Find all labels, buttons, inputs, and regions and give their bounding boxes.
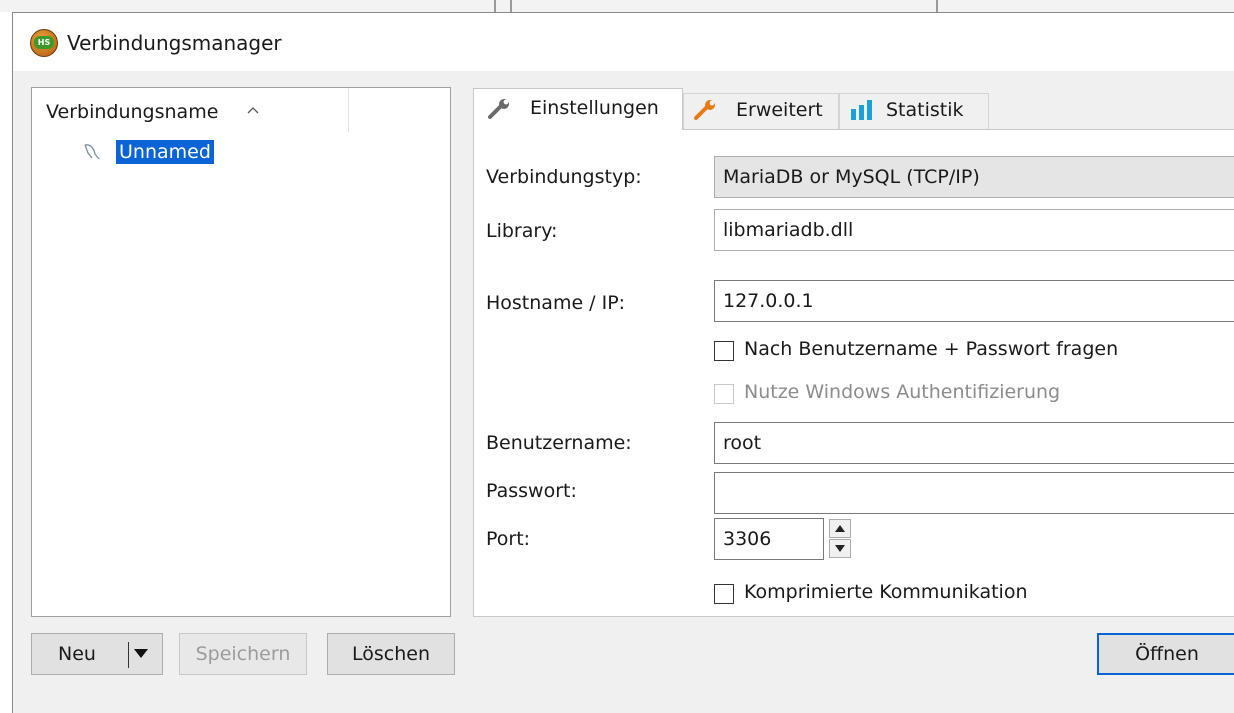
checkbox-box[interactable] — [714, 384, 734, 404]
split-divider — [128, 642, 129, 668]
session-tree[interactable]: Verbindungsname Unnamed — [31, 87, 451, 617]
port-label: Port: — [486, 528, 531, 550]
tab-label: Erweitert — [736, 99, 823, 121]
checkbox-label: Komprimierte Kommunikation — [744, 581, 1028, 603]
background-window — [0, 0, 1234, 12]
new-button-label: Neu — [58, 643, 96, 665]
port-input[interactable] — [714, 518, 824, 560]
tab-label: Einstellungen — [530, 97, 659, 119]
port-spin-up[interactable] — [829, 519, 851, 538]
password-label: Passwort: — [486, 480, 577, 502]
settings-panel: Verbindungstyp: MariaDB or MySQL (TCP/IP… — [473, 129, 1234, 617]
type-label: Verbindungstyp: — [486, 166, 642, 188]
sort-ascending-icon — [247, 107, 259, 114]
connection-manager-dialog: HS Verbindungsmanager Verbindungsname Un… — [12, 12, 1234, 713]
connection-type-select[interactable]: MariaDB or MySQL (TCP/IP) — [714, 156, 1234, 198]
arrow-down-icon — [835, 545, 845, 552]
checkbox-label: Nutze Windows Authentifizierung — [744, 381, 1061, 403]
background-divider — [494, 0, 496, 12]
open-button[interactable]: Öffnen — [1097, 633, 1234, 675]
checkbox-box[interactable] — [714, 584, 734, 604]
tab-einstellungen[interactable]: Einstellungen — [473, 88, 683, 130]
tab-statistik[interactable]: Statistik — [839, 93, 989, 129]
bar-chart-icon — [851, 100, 872, 120]
tab-erweitert[interactable]: Erweitert — [683, 93, 839, 129]
wrench-icon — [694, 100, 715, 120]
checkbox-label: Nach Benutzername + Passwort fragen — [744, 338, 1119, 360]
session-item-label: Unnamed — [116, 140, 214, 164]
new-split-button[interactable]: Neu — [31, 633, 163, 675]
dolphin-icon — [84, 144, 100, 160]
background-divider — [936, 0, 938, 12]
port-spin-down[interactable] — [829, 539, 851, 558]
column-header-name[interactable]: Verbindungsname — [32, 88, 349, 132]
library-select[interactable]: libmariadb.dll — [714, 209, 1234, 251]
arrow-up-icon — [835, 525, 845, 532]
background-divider — [510, 0, 512, 12]
username-input[interactable] — [714, 422, 1234, 464]
checkbox-box[interactable] — [714, 341, 734, 361]
wrench-icon — [488, 99, 509, 119]
hostname-label: Hostname / IP: — [486, 292, 626, 314]
window-title: Verbindungsmanager — [67, 31, 282, 55]
chevron-down-icon[interactable] — [134, 649, 148, 658]
username-label: Benutzername: — [486, 432, 632, 454]
library-label: Library: — [486, 220, 558, 242]
password-input[interactable] — [714, 472, 1234, 514]
delete-button[interactable]: Löschen — [327, 633, 455, 675]
heidisql-icon: HS — [30, 29, 58, 57]
title-bar: HS Verbindungsmanager — [13, 13, 1234, 71]
tab-label: Statistik — [886, 99, 964, 121]
save-button[interactable]: Speichern — [179, 633, 307, 675]
column-header-label: Verbindungsname — [46, 101, 219, 123]
hostname-input[interactable] — [714, 280, 1234, 322]
